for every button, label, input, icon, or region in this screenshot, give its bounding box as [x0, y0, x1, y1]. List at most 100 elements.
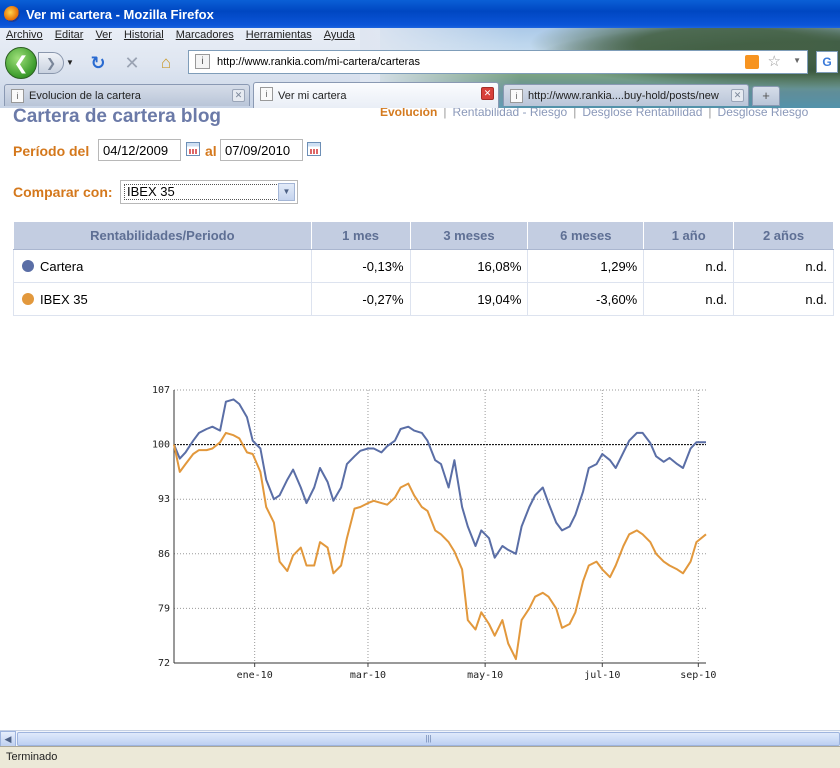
firefox-icon — [4, 6, 20, 22]
window-title: Ver mi cartera - Mozilla Firefox — [26, 6, 214, 22]
cell: 1,29% — [527, 249, 645, 283]
cell: n.d. — [733, 249, 834, 283]
horizontal-scrollbar[interactable]: ◀ ||| — [0, 730, 840, 747]
stop-icon[interactable]: ✕ — [120, 52, 144, 74]
series-marker-icon — [22, 292, 34, 305]
x-tick-label: sep-10 — [680, 670, 716, 681]
date-from-input[interactable]: 04/12/2009 — [98, 139, 181, 161]
cell: n.d. — [643, 249, 735, 283]
cell: -0,13% — [311, 249, 411, 283]
menu-ayuda[interactable]: Ayuda — [318, 28, 361, 46]
reload-icon[interactable]: ↻ — [86, 52, 110, 74]
row-name: Cartera — [13, 249, 312, 283]
history-dropdown-icon[interactable]: ▼ — [66, 58, 74, 67]
cell: 19,04% — [410, 282, 529, 316]
url-dropdown-icon[interactable]: ▼ — [793, 56, 801, 65]
url-text: http://www.rankia.com/mi-cartera/cartera… — [217, 56, 420, 68]
rss-feed-icon[interactable] — [745, 55, 759, 69]
col-header: 3 meses — [409, 221, 529, 250]
tab-buy-hold[interactable]: i http://www.rankia....buy-hold/posts/ne… — [503, 84, 749, 106]
period-label: Período del — [13, 143, 90, 159]
y-tick-label: 100 — [152, 440, 170, 451]
tab-evolucion[interactable]: i Evolucion de la cartera ✕ — [4, 84, 250, 106]
menu-bar: Archivo Editar Ver Historial Marcadores … — [0, 28, 361, 46]
cell: 16,08% — [410, 249, 529, 283]
scroll-left-icon[interactable]: ◀ — [0, 731, 16, 747]
date-to-input[interactable]: 07/09/2010 — [220, 139, 303, 161]
cell: -3,60% — [527, 282, 645, 316]
page-icon: i — [11, 89, 24, 103]
tab-close-icon[interactable]: ✕ — [481, 87, 494, 100]
tab-label: Ver mi cartera — [278, 89, 347, 102]
col-header: 2 años — [733, 221, 834, 250]
cell: n.d. — [733, 282, 834, 316]
back-button[interactable]: ❮ — [5, 47, 37, 79]
scroll-grip: ||| — [425, 734, 432, 743]
page-content: Cartera de cartera blog Evolución | Rentab… — [0, 108, 840, 730]
tab-label: Evolucion de la cartera — [29, 89, 141, 102]
x-tick-label: mar-10 — [350, 670, 386, 681]
bookmark-star-icon[interactable]: ☆ — [768, 52, 781, 70]
menu-marcadores[interactable]: Marcadores — [170, 28, 240, 46]
google-search-icon[interactable]: G — [816, 51, 838, 73]
site-identity-icon[interactable]: i — [195, 54, 210, 69]
series-marker-icon — [22, 259, 34, 272]
nav-rentabilidad-riesgo[interactable]: Rentabilidad - Riesgo — [452, 108, 567, 119]
chevron-down-icon[interactable]: ▼ — [278, 183, 295, 201]
status-text: Terminado — [6, 751, 58, 763]
navigation-toolbar: ❮ ❯ ▼ ↻ ✕ ⌂ i http://www.rankia.com/mi-c… — [0, 46, 840, 82]
menu-herramientas[interactable]: Herramientas — [240, 28, 318, 46]
menu-editar[interactable]: Editar — [49, 28, 90, 46]
table-row: Cartera -0,13% 16,08% 1,29% n.d. n.d. — [13, 249, 834, 283]
forward-button[interactable]: ❯ — [38, 52, 64, 74]
y-tick-label: 79 — [158, 603, 170, 614]
row-name: IBEX 35 — [13, 282, 312, 316]
calendar-icon[interactable] — [307, 142, 321, 156]
tab-label: http://www.rankia....buy-hold/posts/new — [528, 89, 719, 102]
x-tick-label: may-10 — [467, 670, 503, 681]
compare-label: Comparar con: — [13, 184, 113, 200]
status-bar: Terminado — [0, 746, 840, 768]
cell: -0,27% — [311, 282, 411, 316]
compare-selected-value: IBEX 35 — [124, 184, 279, 200]
menu-archivo[interactable]: Archivo — [0, 28, 49, 46]
returns-table: Rentabilidades/Periodo 1 mes 3 meses 6 m… — [13, 221, 834, 316]
x-tick-label: jul-10 — [584, 670, 620, 681]
cell: n.d. — [643, 282, 735, 316]
window-titlebar: Ver mi cartera - Mozilla Firefox — [0, 0, 840, 28]
page-icon: i — [260, 87, 273, 101]
tab-close-icon[interactable]: ✕ — [731, 89, 744, 102]
y-tick-label: 107 — [152, 386, 170, 396]
nav-desglose-rentabilidad[interactable]: Desglose Rentabilidad — [582, 108, 702, 119]
address-bar[interactable]: i http://www.rankia.com/mi-cartera/carte… — [188, 50, 808, 74]
page-title: Cartera de cartera blog — [13, 108, 222, 127]
evolution-chart: 107 100 93 86 79 72 ene-10 mar-10 may-10 jul-10 se… — [152, 386, 716, 681]
col-header: Rentabilidades/Periodo — [13, 221, 312, 250]
x-tick-label: ene-10 — [237, 670, 273, 681]
col-header: 1 año — [643, 221, 735, 250]
menu-historial[interactable]: Historial — [118, 28, 170, 46]
compare-select[interactable]: IBEX 35 ▼ — [120, 180, 298, 204]
y-tick-label: 72 — [158, 658, 170, 669]
nav-evolucion[interactable]: Evolución — [380, 108, 437, 119]
page-icon: i — [510, 89, 523, 103]
new-tab-button[interactable]: + — [752, 86, 780, 106]
tab-close-icon[interactable]: ✕ — [232, 89, 245, 102]
nav-desglose-riesgo[interactable]: Desglose Riesgo — [718, 108, 809, 119]
al-label: al — [205, 143, 217, 159]
col-header: 1 mes — [310, 221, 411, 250]
home-icon[interactable]: ⌂ — [154, 52, 178, 74]
section-nav: Evolución | Rentabilidad - Riesgo | Desglose… — [380, 108, 808, 119]
y-tick-label: 86 — [158, 549, 170, 560]
col-header: 6 meses — [527, 221, 645, 250]
y-tick-label: 93 — [158, 494, 170, 505]
menu-ver[interactable]: Ver — [89, 28, 118, 46]
tab-bar: i Evolucion de la cartera ✕ i Ver mi car… — [0, 82, 840, 108]
table-row: IBEX 35 -0,27% 19,04% -3,60% n.d. n.d. — [13, 282, 834, 316]
series-line-ibex35 — [173, 431, 707, 661]
browser-chrome: Archivo Editar Ver Historial Marcadores … — [0, 28, 840, 108]
scroll-thumb[interactable]: ||| — [17, 732, 840, 746]
tab-ver-mi-cartera[interactable]: i Ver mi cartera ✕ — [253, 82, 499, 108]
calendar-icon[interactable] — [186, 142, 200, 156]
table-header-row: Rentabilidades/Periodo 1 mes 3 meses 6 m… — [13, 221, 834, 250]
